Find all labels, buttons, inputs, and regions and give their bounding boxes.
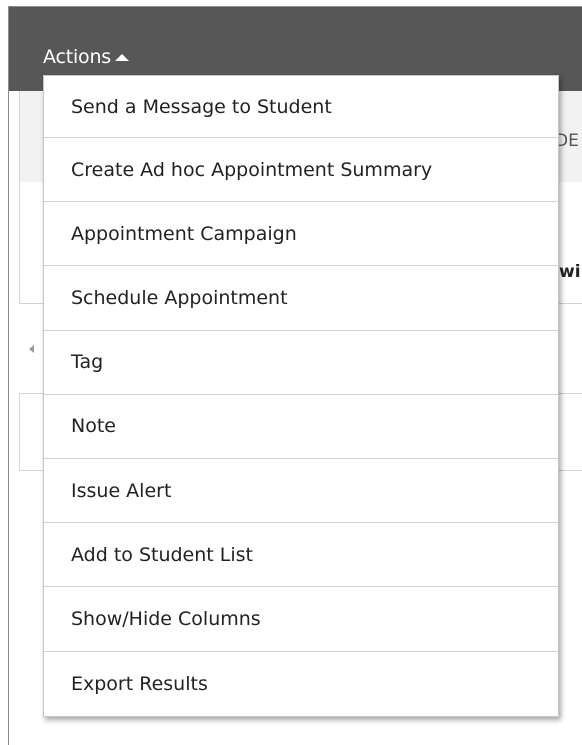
menu-item-schedule-appointment[interactable]: Schedule Appointment <box>44 266 558 331</box>
menu-item-export-results[interactable]: Export Results <box>44 652 558 716</box>
actions-menu: Send a Message to Student Create Ad hoc … <box>43 75 559 717</box>
menu-item-show-hide-columns[interactable]: Show/Hide Columns <box>44 587 558 652</box>
menu-item-send-message[interactable]: Send a Message to Student <box>44 76 558 138</box>
menu-item-issue-alert[interactable]: Issue Alert <box>44 459 558 524</box>
menu-item-create-ad-hoc-appointment-summary[interactable]: Create Ad hoc Appointment Summary <box>44 138 558 203</box>
table-cell-partial: wi <box>559 262 581 282</box>
menu-item-add-to-student-list[interactable]: Add to Student List <box>44 523 558 588</box>
menu-item-note[interactable]: Note <box>44 395 558 459</box>
menu-item-tag[interactable]: Tag <box>44 331 558 395</box>
caret-up-icon <box>115 54 130 61</box>
actions-button-label: Actions <box>43 46 112 68</box>
actions-dropdown-button[interactable]: Actions <box>43 42 130 72</box>
menu-item-appointment-campaign[interactable]: Appointment Campaign <box>44 202 558 267</box>
scroll-left-arrow-icon[interactable] <box>29 345 34 353</box>
